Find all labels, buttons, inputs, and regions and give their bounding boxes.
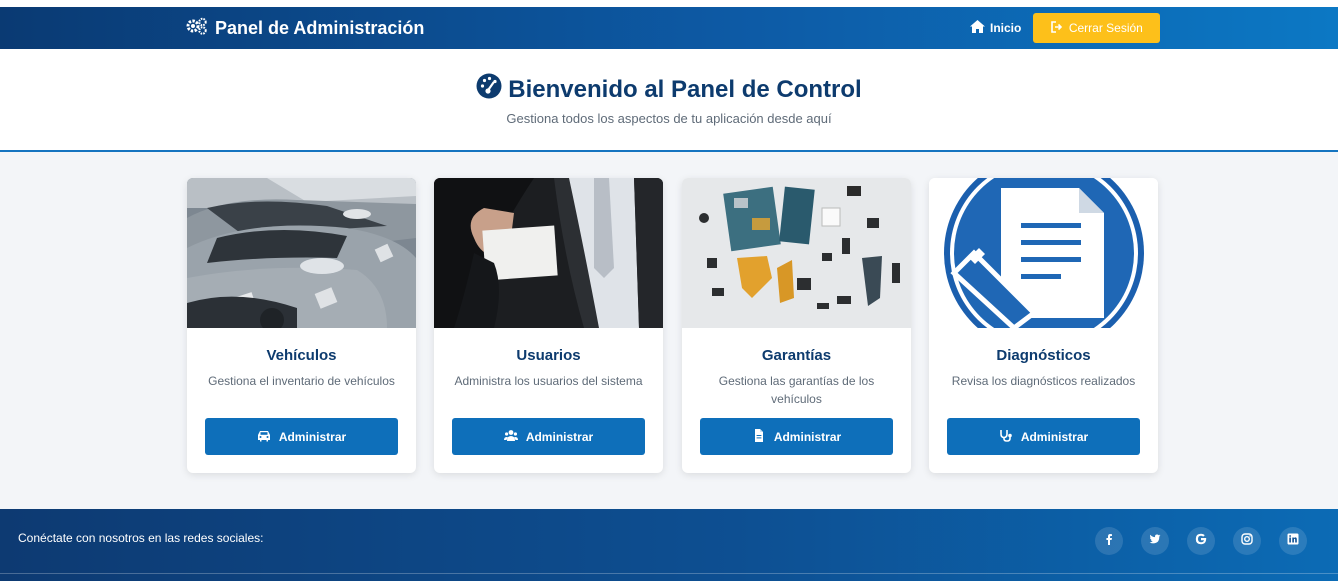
file-icon <box>752 428 766 445</box>
manage-vehicles-button[interactable]: Administrar <box>205 418 398 455</box>
warranties-image <box>682 178 911 328</box>
diagnostics-image <box>929 178 1158 328</box>
footer-text: Conéctate con nosotros en las redes soci… <box>18 531 264 545</box>
card-title: Diagnósticos <box>996 347 1091 364</box>
card-grid: Vehículos Gestiona el inventario de vehí… <box>187 178 1159 473</box>
logout-label: Cerrar Sesión <box>1068 21 1143 35</box>
brand-title: Panel de Administración <box>215 17 425 38</box>
card-title: Usuarios <box>516 347 581 364</box>
google-link[interactable] <box>1187 527 1215 555</box>
button-label: Administrar <box>278 429 347 444</box>
twitter-icon <box>1149 532 1161 550</box>
button-label: Administrar <box>773 429 842 444</box>
hero: Bienvenido al Panel de Control Gestiona … <box>0 49 1338 152</box>
button-label: Administrar <box>1020 429 1089 444</box>
vehicles-image <box>187 178 416 328</box>
manage-warranties-button[interactable]: Administrar <box>700 418 893 455</box>
button-label: Administrar <box>525 429 594 444</box>
brand[interactable]: Panel de Administración <box>186 16 424 40</box>
linkedin-icon <box>1287 532 1299 550</box>
home-label: Inicio <box>990 21 1022 35</box>
sign-out-icon <box>1051 20 1063 36</box>
users-image <box>434 178 663 328</box>
card-description: Gestiona el inventario de vehículos <box>208 374 395 388</box>
top-strip <box>0 0 1338 7</box>
nav-right: Inicio Cerrar Sesión <box>970 13 1161 43</box>
home-icon <box>970 20 985 36</box>
home-link[interactable]: Inicio <box>970 20 1021 36</box>
footer-divider <box>0 573 1338 574</box>
card-description: Gestiona las garantías de los vehículos <box>718 374 875 406</box>
users-icon <box>503 429 518 445</box>
manage-diagnostics-button[interactable]: Administrar <box>947 418 1140 455</box>
card-garantias: Garantías Gestiona las garantías de los … <box>682 178 911 473</box>
page-subtitle: Gestiona todos los aspectos de tu aplica… <box>506 111 832 126</box>
navbar: Panel de Administración Inicio Cerrar Se… <box>0 7 1338 49</box>
facebook-icon <box>1103 532 1115 550</box>
card-description: Administra los usuarios del sistema <box>454 374 643 388</box>
twitter-link[interactable] <box>1141 527 1169 555</box>
dashboard-icon <box>476 73 502 106</box>
manage-users-button[interactable]: Administrar <box>452 418 645 455</box>
google-icon <box>1195 532 1207 550</box>
card-title: Garantías <box>761 347 832 364</box>
logout-button[interactable]: Cerrar Sesión <box>1033 13 1161 43</box>
page-title-text: Bienvenido al Panel de Control <box>508 75 862 103</box>
card-title: Vehículos <box>266 347 337 364</box>
cogs-icon <box>186 17 208 40</box>
card-vehiculos: Vehículos Gestiona el inventario de vehí… <box>187 178 416 473</box>
card-description: Revisa los diagnósticos realizados <box>951 374 1136 388</box>
social-links <box>1095 527 1307 555</box>
car-icon <box>257 429 271 445</box>
linkedin-link[interactable] <box>1279 527 1307 555</box>
card-diagnosticos: Diagnósticos Revisa los diagnósticos rea… <box>929 178 1158 473</box>
card-usuarios: Usuarios Administra los usuarios del sis… <box>434 178 663 473</box>
page-title: Bienvenido al Panel de Control <box>0 73 1338 106</box>
instagram-icon <box>1241 532 1253 550</box>
facebook-link[interactable] <box>1095 527 1123 555</box>
footer: Conéctate con nosotros en las redes soci… <box>0 509 1338 581</box>
instagram-link[interactable] <box>1233 527 1261 555</box>
stethoscope-icon <box>999 429 1013 445</box>
